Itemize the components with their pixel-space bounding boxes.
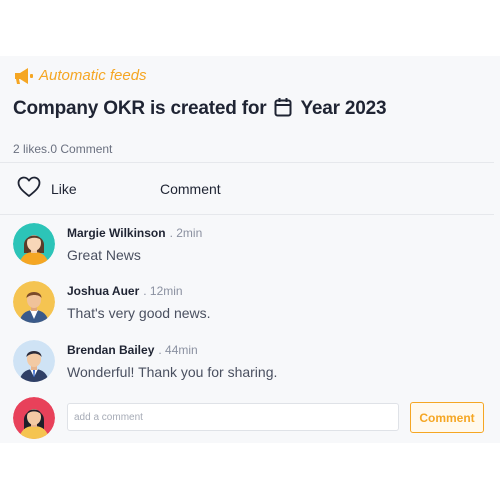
comment-submit-button[interactable]: Comment <box>410 402 484 433</box>
comment-text: That's very good news. <box>67 305 211 321</box>
post-title: Company OKR is created for Year 2023 <box>13 96 387 122</box>
calendar-icon <box>274 97 292 122</box>
comment-item: Joshua Auer . 12min That's very good new… <box>13 281 483 325</box>
avatar <box>13 397 55 439</box>
post-stats: 2 likes .0 Comment <box>13 142 112 156</box>
like-label: Like <box>51 181 77 197</box>
post-actions: Like Comment <box>0 163 494 214</box>
comment-input[interactable] <box>67 403 399 431</box>
divider <box>0 214 494 215</box>
avatar[interactable] <box>13 281 55 323</box>
comment-time: . 44min <box>158 343 198 357</box>
like-button[interactable]: Like <box>17 176 77 202</box>
feed-tag: Automatic feeds <box>13 66 147 86</box>
comment-author[interactable]: Margie Wilkinson <box>67 226 166 240</box>
comment-author[interactable]: Joshua Auer <box>67 284 139 298</box>
avatar[interactable] <box>13 340 55 382</box>
comment-item: Margie Wilkinson . 2min Great News <box>13 223 483 267</box>
megaphone-icon <box>13 67 35 85</box>
comment-composer: Comment <box>13 397 485 439</box>
comment-text: Great News <box>67 247 141 263</box>
comment-action-button[interactable]: Comment <box>160 181 221 197</box>
post-title-year: Year 2023 <box>300 98 387 119</box>
comment-time: . 2min <box>169 226 203 240</box>
avatar[interactable] <box>13 223 55 265</box>
comment-item: Brendan Bailey . 44min Wonderful! Thank … <box>13 340 483 384</box>
comment-text: Wonderful! Thank you for sharing. <box>67 364 278 380</box>
heart-icon <box>17 176 41 203</box>
comments-count[interactable]: .0 Comment <box>47 142 112 156</box>
feed-card: Automatic feeds Company OKR is created f… <box>0 56 500 443</box>
likes-count[interactable]: 2 likes <box>13 142 47 156</box>
comment-time: . 12min <box>143 284 183 298</box>
post-title-prefix: Company OKR is created for <box>13 98 267 119</box>
feed-tag-label: Automatic feeds <box>39 67 147 84</box>
comment-author[interactable]: Brendan Bailey <box>67 343 154 357</box>
